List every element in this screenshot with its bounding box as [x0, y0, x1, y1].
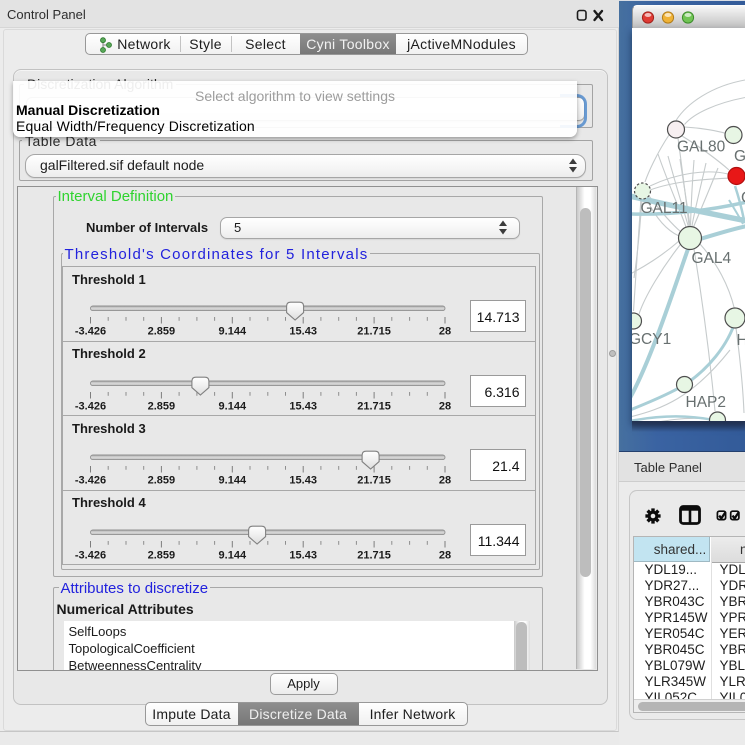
svg-text:21.715: 21.715: [357, 326, 391, 338]
svg-text:2.859: 2.859: [148, 475, 176, 487]
svg-text:21.715: 21.715: [357, 549, 391, 561]
svg-text:15.43: 15.43: [289, 475, 317, 487]
svg-text:15.43: 15.43: [289, 549, 317, 561]
svg-text:21.715: 21.715: [357, 475, 391, 487]
svg-text:28: 28: [439, 549, 451, 561]
svg-text:-3.426: -3.426: [75, 475, 106, 487]
svg-text:15.43: 15.43: [289, 326, 317, 338]
svg-text:2.859: 2.859: [148, 549, 176, 561]
svg-text:28: 28: [439, 326, 451, 338]
svg-text:9.144: 9.144: [219, 326, 247, 338]
svg-text:9.144: 9.144: [219, 475, 247, 487]
svg-text:GA: GA: [734, 148, 745, 165]
svg-text:C: C: [741, 190, 745, 207]
svg-text:GAL11: GAL11: [641, 200, 688, 217]
svg-text:15.43: 15.43: [289, 400, 317, 412]
svg-text:-3.426: -3.426: [75, 549, 106, 561]
svg-text:28: 28: [439, 400, 451, 412]
svg-text:28: 28: [439, 475, 451, 487]
svg-text:9.144: 9.144: [219, 400, 247, 412]
svg-text:H: H: [737, 332, 745, 349]
svg-text:GCY1: GCY1: [632, 331, 671, 348]
svg-text:HAP2: HAP2: [686, 394, 727, 411]
svg-text:2.859: 2.859: [148, 326, 176, 338]
svg-text:GAL4: GAL4: [692, 250, 732, 267]
svg-text:-3.426: -3.426: [75, 326, 106, 338]
svg-text:-3.426: -3.426: [75, 400, 106, 412]
svg-text:2.859: 2.859: [148, 400, 176, 412]
svg-text:GAL80: GAL80: [677, 139, 726, 156]
svg-text:21.715: 21.715: [357, 400, 391, 412]
svg-text:9.144: 9.144: [219, 549, 247, 561]
